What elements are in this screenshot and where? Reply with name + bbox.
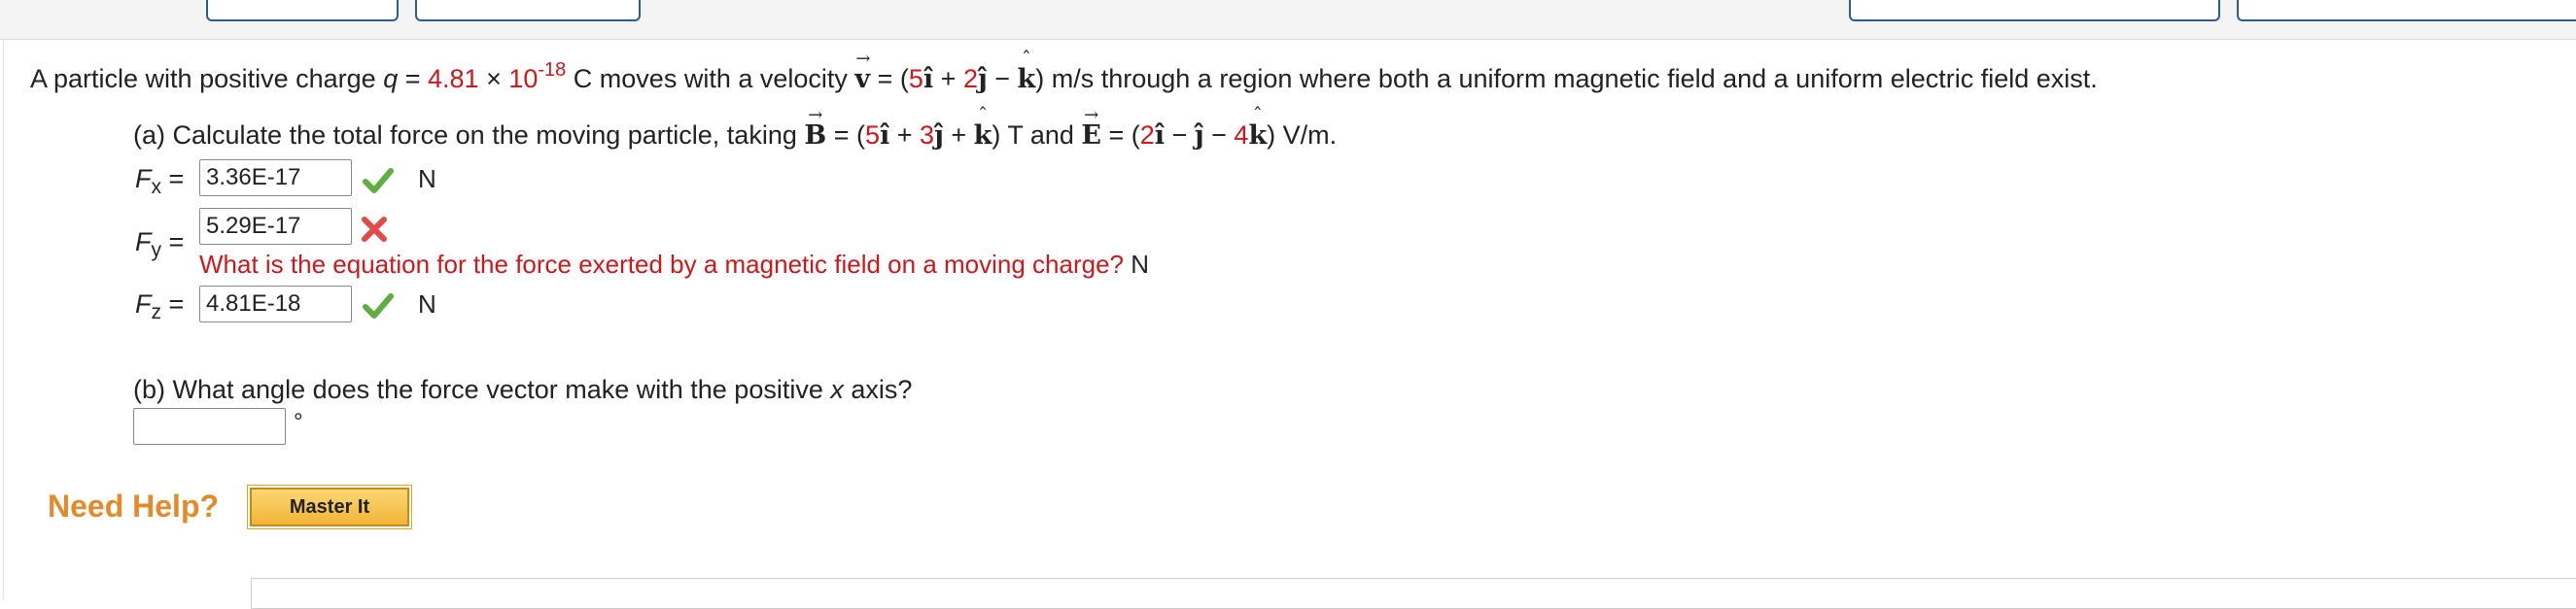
fx-subscript: x bbox=[151, 176, 162, 198]
fx-answer-field[interactable]: 3.36E-17 bbox=[199, 159, 352, 196]
unit-i: î bbox=[879, 120, 890, 151]
fy-label: Fy = bbox=[135, 225, 185, 261]
unit-j: ĵ bbox=[977, 64, 988, 94]
hat-icon: ˆ bbox=[1021, 47, 1031, 70]
fy-unit: N bbox=[1124, 250, 1149, 279]
b-y-coef: 3 bbox=[920, 120, 935, 150]
velocity-close: ) m/s through a region where both a unif… bbox=[1035, 64, 2098, 93]
top-toolbar bbox=[0, 0, 2576, 40]
need-help-label: Need Help? bbox=[48, 489, 220, 524]
unit-i: î bbox=[1154, 120, 1166, 151]
fy-hint: What is the equation for the force exert… bbox=[199, 248, 1149, 281]
velocity-vector-symbol: → v bbox=[854, 51, 870, 96]
toolbar-button-1[interactable] bbox=[206, 0, 399, 21]
master-it-button[interactable]: Master It bbox=[247, 485, 412, 529]
b-open: = ( bbox=[826, 120, 865, 150]
problem-statement: A particle with positive charge q = 4.81… bbox=[30, 49, 2098, 96]
check-icon bbox=[363, 293, 394, 319]
check-icon bbox=[363, 168, 394, 193]
left-border bbox=[3, 39, 4, 600]
toolbar-button-4[interactable] bbox=[2237, 0, 2576, 21]
velocity-x-coef: 5 bbox=[908, 64, 923, 93]
fz-unit: N bbox=[418, 289, 436, 319]
charge-base: 10 bbox=[508, 64, 539, 93]
charge-mantissa: 4.81 bbox=[428, 64, 479, 93]
b-x-coef: 5 bbox=[864, 120, 880, 150]
minus-sign: − bbox=[1165, 120, 1195, 150]
minus-sign: − bbox=[987, 64, 1018, 93]
problem-intro: A particle with positive charge bbox=[30, 64, 384, 93]
unit-j: ĵ bbox=[934, 120, 944, 151]
b-close: ) T and bbox=[992, 120, 1082, 150]
fx-symbol: F bbox=[135, 164, 152, 193]
hat-icon: ˆ bbox=[977, 103, 988, 126]
unit-i: î bbox=[922, 64, 934, 94]
fy-symbol: F bbox=[135, 227, 152, 256]
toolbar-button-2[interactable] bbox=[415, 0, 641, 21]
charge-symbol: q bbox=[383, 64, 399, 93]
toolbar-button-3[interactable] bbox=[1849, 0, 2220, 21]
unit-k: ˆk bbox=[1018, 49, 1036, 96]
fy-hint-text: What is the equation for the force exert… bbox=[199, 250, 1124, 279]
vector-arrow-icon: → bbox=[1084, 105, 1099, 125]
minus-sign: − bbox=[1203, 120, 1235, 150]
part-b-question: (b) What angle does the force vector mak… bbox=[133, 373, 912, 406]
fx-unit: N bbox=[418, 164, 436, 193]
part-b-text-end: axis? bbox=[843, 375, 913, 404]
part-a-text: (a) Calculate the total force on the mov… bbox=[133, 120, 805, 150]
unit-k: ˆk bbox=[974, 105, 992, 152]
fx-label: Fx = bbox=[135, 162, 185, 198]
unit-k: ˆk bbox=[1248, 105, 1267, 152]
plus-sign: + bbox=[889, 120, 921, 150]
cross-icon bbox=[362, 217, 387, 242]
fz-answer-field[interactable]: 4.81E-18 bbox=[199, 286, 352, 322]
fz-label: Fz = bbox=[135, 288, 185, 323]
b-vector-symbol: → B bbox=[804, 107, 826, 152]
fy-answer-field[interactable]: 5.29E-17 bbox=[199, 208, 352, 245]
charge-exponent: -18 bbox=[538, 59, 567, 81]
part-b-text: (b) What angle does the force vector mak… bbox=[133, 375, 831, 404]
plus-sign: + bbox=[933, 64, 963, 93]
e-x-coef: 2 bbox=[1139, 120, 1155, 150]
fy-subscript: y bbox=[151, 239, 162, 261]
part-a-question: (a) Calculate the total force on the mov… bbox=[133, 105, 1338, 152]
fz-equals: = bbox=[168, 289, 185, 319]
fz-symbol: F bbox=[135, 289, 152, 319]
equals-sign: = bbox=[398, 64, 428, 93]
fy-equals: = bbox=[168, 227, 185, 256]
vector-arrow-icon: → bbox=[808, 105, 823, 125]
charge-unit-text: C moves with a velocity bbox=[566, 64, 855, 93]
e-close: ) V/m. bbox=[1267, 120, 1338, 150]
hat-icon: ˆ bbox=[1252, 103, 1263, 126]
e-vector-symbol: → E bbox=[1081, 107, 1101, 152]
angle-answer-field[interactable] bbox=[133, 408, 286, 445]
e-z-coef: 4 bbox=[1234, 120, 1249, 150]
degree-unit: ° bbox=[294, 409, 303, 435]
next-section-frame bbox=[251, 578, 2576, 609]
vector-arrow-icon: → bbox=[855, 49, 871, 69]
velocity-open: = ( bbox=[870, 64, 909, 93]
times-sign: × bbox=[478, 64, 509, 93]
fz-subscript: z bbox=[151, 301, 162, 323]
axis-symbol: x bbox=[830, 375, 844, 404]
plus-sign: + bbox=[943, 120, 974, 150]
unit-j: ĵ bbox=[1194, 120, 1204, 151]
e-open: = ( bbox=[1101, 120, 1140, 150]
velocity-y-coef: 2 bbox=[962, 64, 978, 93]
fx-equals: = bbox=[168, 164, 185, 193]
